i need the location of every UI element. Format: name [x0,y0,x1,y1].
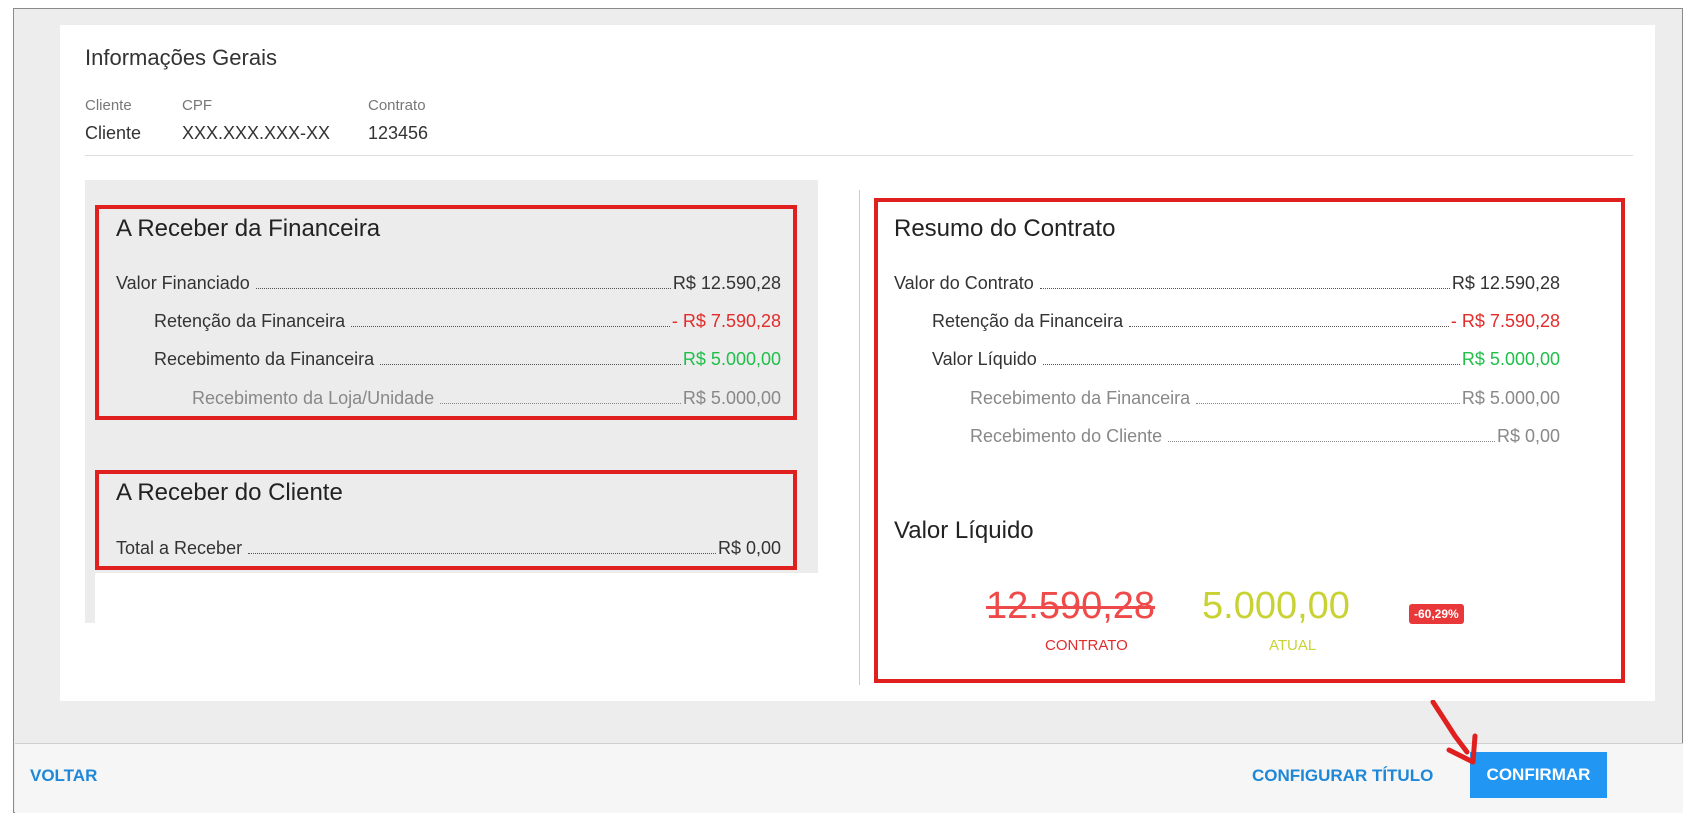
row-total-receber: Total a Receber R$ 0,00 [116,535,781,559]
dialog-frame: Informações Gerais Cliente Cliente CPF X… [13,8,1683,813]
row-valor-contrato: Valor do Contrato R$ 12.590,28 [894,270,1560,294]
row-value: R$ 12.590,28 [672,273,781,293]
client-label: Cliente [85,97,132,114]
row-valor-financiado: Valor Financiado R$ 12.590,28 [116,270,781,294]
client-value: Cliente [85,123,142,143]
contract-caption: CONTRATO [1045,637,1128,654]
configure-title-button[interactable]: CONFIGURAR TÍTULO [1252,766,1433,786]
dot-leader [248,553,716,554]
row-value: R$ 0,00 [1496,426,1560,446]
net-value-title: Valor Líquido [894,517,1034,544]
red-arrow-annotation-icon [1430,700,1478,765]
dot-leader [1196,403,1460,404]
row-value: - R$ 7.590,28 [671,311,781,331]
row-label: Valor Líquido [932,349,1037,369]
row-label: Retenção da Financeira [932,311,1124,331]
summary-title: Resumo do Contrato [894,215,1116,242]
dot-leader [1039,288,1450,289]
row-summary-recebimento-financeira: Recebimento da Financeira R$ 5.000,00 [970,385,1560,409]
panel-strip [85,573,95,623]
dot-leader [255,288,671,289]
row-recebimento-loja: Recebimento da Loja/Unidade R$ 5.000,00 [192,385,781,409]
row-label: Valor Financiado [116,273,250,293]
cliente-title: A Receber do Cliente [116,479,343,506]
current-amount: 5.000,00 [1202,585,1350,627]
dot-leader [1168,441,1495,442]
contract-value: 123456 [368,123,429,143]
contract-amount: 12.590,28 [986,585,1156,627]
row-value: R$ 0,00 [717,538,781,558]
row-value: R$ 12.590,28 [1451,273,1560,293]
section-divider [85,155,1633,156]
row-value: R$ 5.000,00 [682,388,781,408]
row-value: R$ 5.000,00 [682,349,781,369]
cpf-value: XXX.XXX.XXX-XX [182,123,331,143]
row-recebimento-cliente: Recebimento do Cliente R$ 0,00 [970,423,1560,447]
row-value: R$ 5.000,00 [1461,349,1560,369]
row-label: Recebimento da Financeira [970,388,1191,408]
cpf-label: CPF [182,97,212,114]
contract-label: Contrato [368,97,426,114]
row-summary-retencao: Retenção da Financeira - R$ 7.590,28 [932,308,1560,332]
row-label: Recebimento da Loja/Unidade [192,388,435,408]
row-recebimento-financeira: Recebimento da Financeira R$ 5.000,00 [154,346,781,370]
row-label: Recebimento do Cliente [970,426,1163,446]
row-label: Retenção da Financeira [154,311,346,331]
row-label: Valor do Contrato [894,273,1034,293]
dot-leader [351,326,670,327]
dot-leader [380,364,681,365]
row-value: R$ 5.000,00 [1461,388,1560,408]
row-label: Recebimento da Financeira [154,349,375,369]
row-valor-liquido: Valor Líquido R$ 5.000,00 [932,346,1560,370]
row-retencao-financeira: Retenção da Financeira - R$ 7.590,28 [154,308,781,332]
change-badge: -60,29% [1409,604,1464,624]
financeira-title: A Receber da Financeira [116,215,381,242]
row-label: Total a Receber [116,538,243,558]
row-value: - R$ 7.590,28 [1450,311,1560,331]
dot-leader [1129,326,1449,327]
general-info-title: Informações Gerais [85,45,277,70]
dot-leader [1042,364,1460,365]
back-button[interactable]: VOLTAR [30,766,97,786]
dot-leader [440,403,681,404]
column-separator [859,190,860,685]
content-card: Informações Gerais Cliente Cliente CPF X… [60,25,1655,701]
current-caption: ATUAL [1269,637,1317,654]
